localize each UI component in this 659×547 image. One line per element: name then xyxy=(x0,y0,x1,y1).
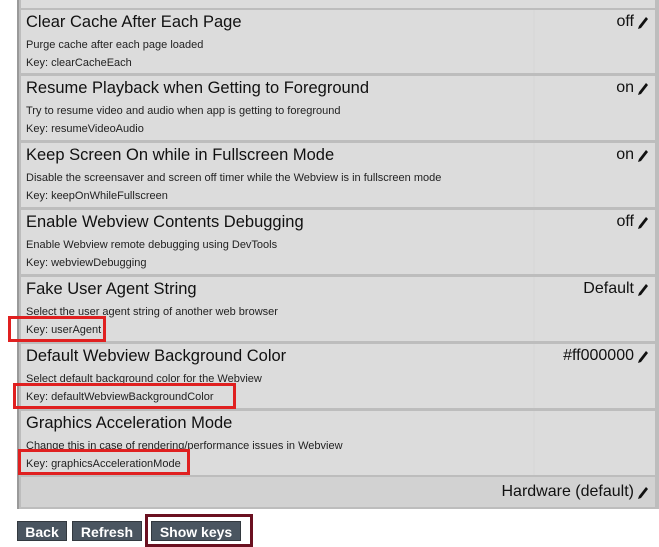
pencil-icon[interactable] xyxy=(637,81,649,95)
setting-row-keep-screen-on[interactable]: Keep Screen On while in Fullscreen Mode … xyxy=(21,143,655,207)
setting-value-edit[interactable]: on xyxy=(616,146,649,164)
pencil-icon[interactable] xyxy=(637,485,649,499)
graphics-acceleration-value-row[interactable]: Hardware (default) xyxy=(21,477,655,507)
setting-title: Fake User Agent String xyxy=(26,280,197,298)
setting-value: on xyxy=(616,146,634,163)
setting-row-background-color[interactable]: Default Webview Background Color Select … xyxy=(21,344,655,408)
setting-value: Default xyxy=(583,280,634,297)
pencil-icon[interactable] xyxy=(637,282,649,296)
setting-value: off xyxy=(616,13,635,30)
setting-value-edit[interactable]: off xyxy=(617,213,650,231)
pencil-icon[interactable] xyxy=(637,148,649,162)
setting-row-clear-cache[interactable]: Clear Cache After Each Page Purge cache … xyxy=(21,10,655,73)
setting-value: #ff000000 xyxy=(563,347,634,364)
setting-title: Clear Cache After Each Page xyxy=(26,13,242,31)
setting-value: on xyxy=(616,79,634,96)
setting-value-edit[interactable]: on xyxy=(616,79,649,97)
pencil-icon[interactable] xyxy=(637,15,649,29)
setting-title: Resume Playback when Getting to Foregrou… xyxy=(26,79,370,97)
setting-row-user-agent[interactable]: Fake User Agent String Select the user a… xyxy=(21,277,655,341)
setting-title: Enable Webview Contents Debugging xyxy=(26,213,304,231)
setting-value: Hardware (default) xyxy=(501,483,635,500)
show-keys-highlight xyxy=(145,514,253,547)
setting-value: off xyxy=(616,213,635,230)
settings-panel: Clear Cache After Each Page Purge cache … xyxy=(0,0,659,510)
setting-description: Disable the screensaver and screen off t… xyxy=(26,172,442,184)
setting-key: Key: resumeVideoAudio xyxy=(26,123,144,135)
setting-key: Key: clearCacheEach xyxy=(26,57,132,69)
setting-description: Purge cache after each page loaded xyxy=(26,39,204,51)
setting-value-edit[interactable]: off xyxy=(617,13,650,31)
refresh-button[interactable]: Refresh xyxy=(72,521,142,541)
setting-description: Select default background color for the … xyxy=(26,373,262,385)
pencil-icon[interactable] xyxy=(637,215,649,229)
setting-description: Enable Webview remote debugging using De… xyxy=(26,239,278,251)
setting-title: Default Webview Background Color xyxy=(26,347,287,365)
setting-description: Try to resume video and audio when app i… xyxy=(26,105,341,117)
setting-key: Key: keepOnWhileFullscreen xyxy=(26,190,168,202)
setting-row-graphics-acceleration[interactable]: Graphics Acceleration Mode Change this i… xyxy=(21,411,655,475)
pencil-icon[interactable] xyxy=(637,349,649,363)
setting-key: Key: defaultWebviewBackgroundColor xyxy=(26,391,214,403)
setting-title: Graphics Acceleration Mode xyxy=(26,414,233,432)
setting-key: Key: webviewDebugging xyxy=(26,257,147,269)
setting-row-webview-debugging[interactable]: Enable Webview Contents Debugging Enable… xyxy=(21,210,655,274)
setting-value-edit[interactable]: #ff000000 xyxy=(563,347,649,365)
previous-row-sliver xyxy=(21,0,655,8)
setting-key: Key: graphicsAccelerationMode xyxy=(26,458,181,470)
back-button[interactable]: Back xyxy=(17,521,67,541)
setting-description: Change this in case of rendering/perform… xyxy=(26,440,343,452)
setting-row-resume-playback[interactable]: Resume Playback when Getting to Foregrou… xyxy=(21,76,655,140)
setting-description: Select the user agent string of another … xyxy=(26,306,278,318)
setting-title: Keep Screen On while in Fullscreen Mode xyxy=(26,146,335,164)
setting-key: Key: userAgent xyxy=(26,324,102,336)
setting-value-edit[interactable]: Hardware (default) xyxy=(502,483,650,501)
setting-value-edit[interactable]: Default xyxy=(583,280,649,298)
